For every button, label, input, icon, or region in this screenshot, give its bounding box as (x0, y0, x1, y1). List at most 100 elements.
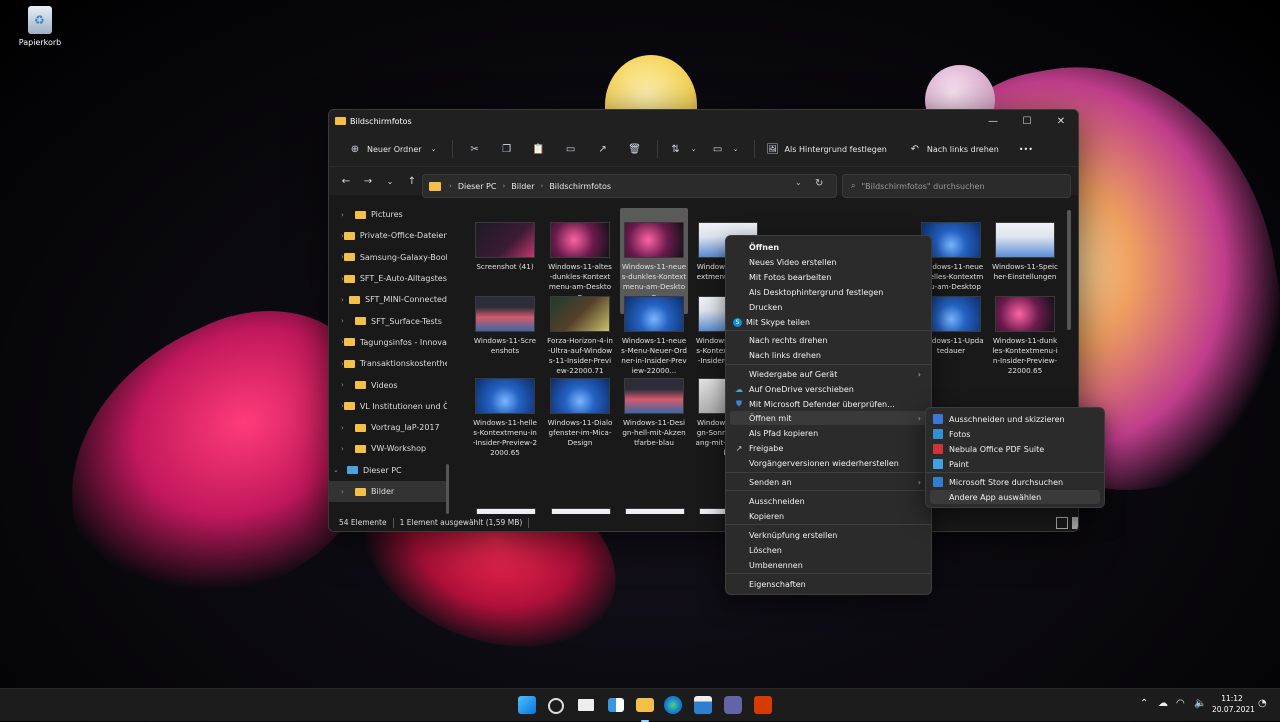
share-button[interactable]: ↗ (587, 137, 619, 161)
clock[interactable]: 11:12 20.07.2021 (1212, 693, 1255, 715)
sidebar-item[interactable]: › VW-Workshop (329, 438, 447, 459)
delete-button[interactable]: 🗑 (619, 137, 651, 161)
sort-button[interactable]: ⇅ ⌄ (664, 137, 706, 161)
context-menu-item[interactable]: Vorgängerversionen wiederherstellen (730, 456, 927, 470)
chevron-right-icon[interactable]: › (341, 488, 355, 496)
open-with-item[interactable]: Andere App auswählen (930, 490, 1100, 504)
sidebar-item[interactable]: › SFT_MINI-Connected (329, 289, 447, 310)
open-with-item[interactable]: Paint (930, 457, 1100, 471)
address-dropdown-chevron-icon[interactable]: ⌄ (795, 178, 802, 187)
sidebar-item[interactable]: › VL Institutionen und Ö (329, 396, 447, 417)
sidebar-item[interactable]: › SFT_E-Auto-Alltagstest (329, 268, 447, 289)
paste-button[interactable]: 📋 (523, 137, 555, 161)
context-menu-item[interactable]: Öffnen (730, 240, 927, 254)
context-menu-item[interactable]: Neues Video erstellen (730, 255, 927, 269)
rename-button[interactable]: ▭ (555, 137, 587, 161)
details-view-icon[interactable] (1056, 517, 1068, 529)
context-menu-item[interactable]: Als Desktophintergrund festlegen (730, 285, 927, 299)
more-options-button[interactable]: ••• (1013, 137, 1039, 161)
context-menu-item[interactable]: Ausschneiden (730, 494, 927, 508)
chevron-right-icon[interactable]: › (341, 317, 355, 325)
context-menu-item[interactable]: Als Pfad kopieren (730, 426, 927, 440)
edge-icon[interactable] (664, 696, 682, 714)
copy-button[interactable]: ❐ (491, 137, 523, 161)
address-bar[interactable]: › Dieser PC › Bilder › Bildschirmfotos (422, 174, 837, 198)
sidebar-item[interactable]: › Videos (329, 374, 447, 395)
refresh-icon[interactable]: ↻ (815, 178, 823, 189)
context-menu-item[interactable]: Wiedergabe auf Gerät › (730, 367, 927, 381)
recycle-bin-shortcut[interactable]: Papierkorb (18, 6, 62, 47)
context-menu-item[interactable]: ⛊ Mit Microsoft Defender überprüfen... (730, 397, 927, 411)
breadcrumb-bilder[interactable]: Bilder (511, 182, 534, 191)
open-with-item[interactable]: Nebula Office PDF Suite (930, 442, 1100, 456)
up-arrow-icon[interactable]: ↑ (401, 176, 423, 187)
rotate-left-button[interactable]: ↶ Nach links drehen (903, 137, 1005, 161)
file-tile[interactable]: Windows-11-helles-Kontextmenu-in-Insider… (471, 364, 539, 470)
context-menu-item[interactable]: Nach links drehen (730, 348, 927, 362)
open-with-item[interactable]: Ausschneiden und skizzieren (930, 412, 1100, 426)
set-background-button[interactable]: 🖼 Als Hintergrund festlegen (761, 137, 893, 161)
file-tile[interactable]: Windows-11-Dialogfenster-im-Mica-Design (546, 364, 614, 470)
minimize-button[interactable]: — (976, 110, 1010, 132)
context-menu-item[interactable]: Verknüpfung erstellen (730, 528, 927, 542)
sidebar-item[interactable]: › Pictures (329, 204, 447, 225)
sidebar-scrollbar[interactable] (446, 464, 449, 514)
notification-icon[interactable]: ◔ (1258, 698, 1267, 709)
view-button[interactable]: ▭ ⌄ (706, 137, 748, 161)
maximize-button[interactable]: ☐ (1010, 110, 1044, 132)
sidebar-item[interactable]: › Private-Office-Dateien (329, 225, 447, 246)
forward-arrow-icon[interactable]: → (357, 176, 379, 187)
back-arrow-icon[interactable]: ← (335, 176, 357, 187)
store-icon[interactable] (694, 696, 712, 714)
onedrive-icon[interactable]: ☁ (1158, 698, 1168, 709)
context-menu-item[interactable]: Senden an › (730, 475, 927, 489)
cut-button[interactable]: ✂ (459, 137, 491, 161)
context-menu-item[interactable]: Mit Fotos bearbeiten (730, 270, 927, 284)
search-icon[interactable] (548, 698, 564, 714)
teams-icon[interactable] (724, 696, 742, 714)
recent-locations-chevron-icon[interactable]: ⌄ (379, 177, 401, 186)
open-with-item[interactable]: Microsoft Store durchsuchen (930, 475, 1100, 489)
file-tile[interactable]: Windows-11-Design-hell-mit-Akzentfarbe-b… (620, 364, 688, 470)
title-bar[interactable]: Bildschirmfotos — ☐ ✕ (329, 110, 1078, 132)
sidebar-item[interactable]: › Vortrag_IaP-2017 (329, 417, 447, 438)
breadcrumb-bildschirmfotos[interactable]: Bildschirmfotos (549, 182, 611, 191)
context-menu-item[interactable]: Nach rechts drehen (730, 333, 927, 347)
context-menu-item[interactable]: Drucken (730, 300, 927, 314)
content-scrollbar[interactable] (1067, 210, 1071, 330)
context-menu-item[interactable]: ☁ Auf OneDrive verschieben (730, 382, 927, 396)
context-menu-item[interactable]: Öffnen mit › (730, 411, 927, 425)
sidebar-item[interactable]: › SFT_Surface-Tests (329, 310, 447, 331)
chevron-right-icon[interactable]: › (341, 211, 355, 219)
search-box[interactable]: ⌕ "Bildschirmfotos" durchsuchen (842, 174, 1071, 198)
volume-icon[interactable]: 🔈 (1194, 698, 1206, 709)
context-menu-item[interactable]: ↗ Freigabe (730, 441, 927, 455)
new-folder-button[interactable]: ⊕ Neuer Ordner ⌄ (343, 137, 446, 161)
file-explorer-taskbar-icon[interactable] (636, 698, 654, 722)
chevron-right-icon[interactable]: › (341, 381, 355, 389)
chevron-right-icon[interactable]: › (341, 424, 355, 432)
wifi-icon[interactable]: ◠ (1176, 698, 1185, 709)
breadcrumb-dieser-pc[interactable]: Dieser PC (458, 182, 497, 191)
context-menu-item[interactable]: Löschen (730, 543, 927, 557)
chevron-right-icon[interactable]: › (341, 445, 355, 453)
widgets-icon[interactable] (608, 698, 624, 712)
office-icon[interactable] (754, 696, 772, 714)
start-icon[interactable] (518, 696, 536, 714)
chevron-right-icon[interactable]: › (341, 296, 349, 304)
context-menu-item[interactable]: Kopieren (730, 509, 927, 523)
close-button[interactable]: ✕ (1044, 110, 1078, 132)
sidebar-item[interactable]: ⌄ Dieser PC (329, 460, 447, 481)
sidebar-item[interactable]: ›Transaktionskostentheorie (329, 353, 447, 374)
sidebar-item[interactable]: ›Tagungsinfos - Innovation (329, 332, 447, 353)
large-icons-view-icon[interactable] (1072, 517, 1078, 529)
sidebar-item[interactable]: › Samsung-Galaxy-Book (329, 247, 447, 268)
task-view-icon[interactable] (578, 699, 594, 711)
file-tile[interactable]: Windows-11-dunkles-Kontextmenu-in-Inside… (991, 282, 1059, 388)
context-menu-item[interactable]: Umbenennen (730, 558, 927, 572)
chevron-up-icon[interactable]: ⌃ (1140, 698, 1148, 709)
sidebar-item[interactable]: › Bilder (329, 480, 447, 503)
context-menu-item[interactable]: Eigenschaften (730, 577, 927, 591)
chevron-down-icon[interactable]: ⌄ (333, 466, 347, 474)
context-menu-item[interactable]: S Mit Skype teilen (730, 315, 927, 329)
